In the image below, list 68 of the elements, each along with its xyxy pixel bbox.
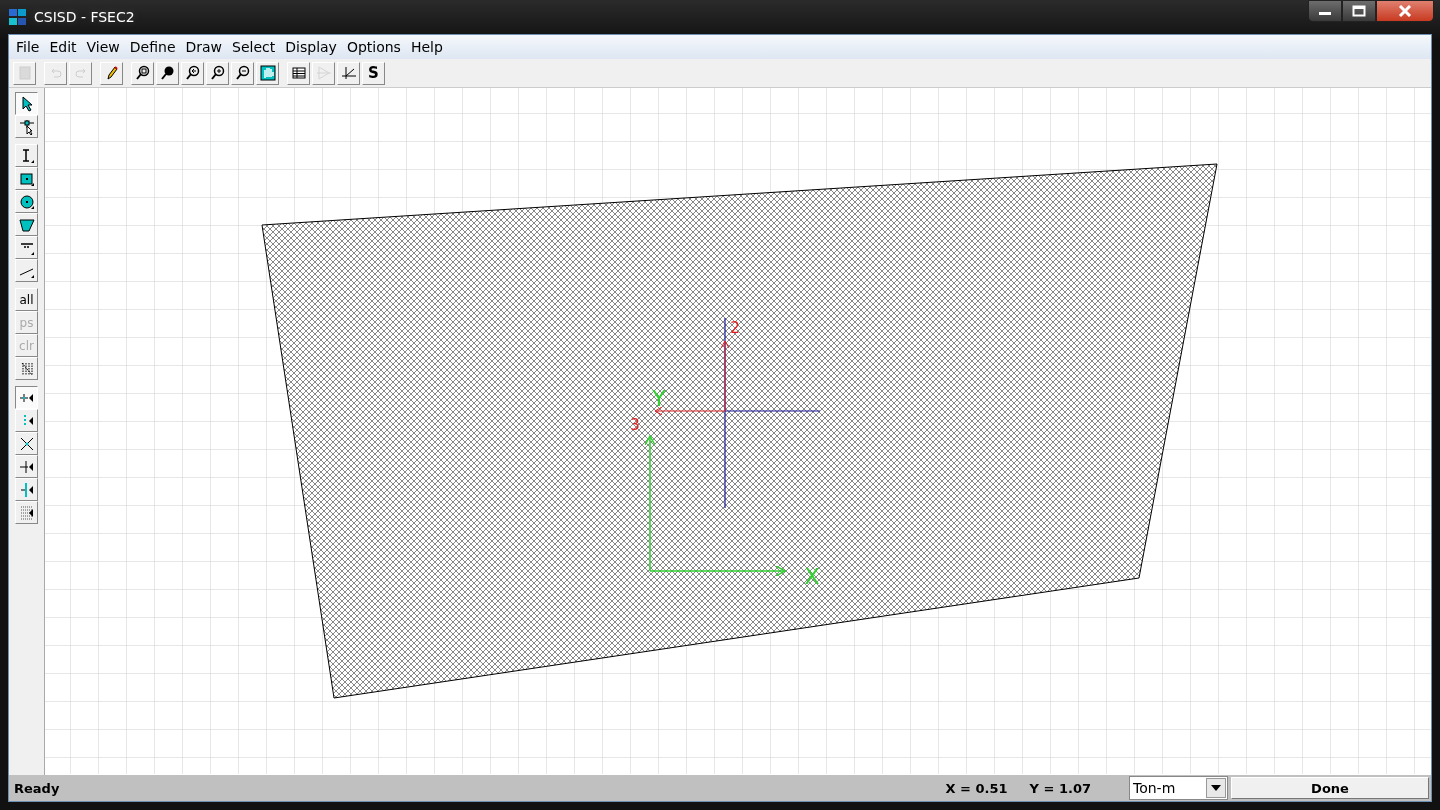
- magnifier-button[interactable]: [156, 61, 179, 85]
- tool-button[interactable]: S: [362, 61, 385, 85]
- snap-perpendicular-icon: [18, 458, 35, 475]
- menu-item[interactable]: Options: [341, 39, 406, 55]
- magnifier-square-button[interactable]: [131, 61, 154, 85]
- magnifier-arrow-button[interactable]: [181, 61, 204, 85]
- magnifier-icon: [159, 65, 176, 81]
- menu-item[interactable]: Help: [405, 39, 448, 55]
- axis-label: 2: [730, 319, 740, 337]
- units-dropdown[interactable]: Ton-m: [1129, 776, 1228, 800]
- zoom-in-button[interactable]: [206, 61, 229, 85]
- dotted-line-button[interactable]: [15, 236, 38, 259]
- page-icon: [16, 65, 33, 81]
- snap-line-icon: [18, 481, 35, 498]
- snap-intersection-icon: [18, 435, 35, 452]
- done-button[interactable]: Done: [1231, 777, 1429, 799]
- menu-item[interactable]: Display: [280, 39, 342, 55]
- maximize-button[interactable]: [1342, 0, 1376, 22]
- snap-perpendicular-button[interactable]: [15, 455, 38, 478]
- snap-end-button[interactable]: [15, 409, 38, 432]
- hatched-section-polygon[interactable]: [261, 163, 1218, 699]
- local-axis-3-arrow: [654, 406, 726, 416]
- magnifier-arrow-icon: [184, 65, 201, 81]
- minimize-button[interactable]: [1308, 0, 1342, 22]
- x-coordinate: X = 0.51: [945, 780, 1008, 796]
- table-button[interactable]: [287, 61, 310, 85]
- snap-point-button[interactable]: [15, 386, 38, 409]
- circle-button[interactable]: [15, 190, 38, 213]
- table-icon: [290, 65, 307, 81]
- menu-item[interactable]: Edit: [44, 39, 82, 55]
- menu-item[interactable]: View: [81, 39, 125, 55]
- snap-line-button[interactable]: [15, 478, 38, 501]
- polygon-icon: [18, 216, 35, 233]
- menu-item[interactable]: Select: [227, 39, 281, 55]
- tool-button[interactable]: all: [15, 288, 38, 311]
- axis-label: 3: [630, 416, 640, 434]
- rectangle-button[interactable]: [15, 167, 38, 190]
- local-axis-2-arrow: [720, 340, 730, 412]
- zoom-out-icon: [234, 65, 251, 81]
- status-message: Ready: [13, 780, 61, 796]
- menu-item[interactable]: Define: [124, 39, 181, 55]
- menu-item[interactable]: Draw: [180, 39, 228, 55]
- pencil-button[interactable]: [100, 61, 123, 85]
- rectangle-icon: [18, 170, 35, 187]
- snap-grid-button[interactable]: [15, 501, 38, 524]
- hatch-button[interactable]: [15, 357, 38, 380]
- polygon-button[interactable]: [15, 213, 38, 236]
- y-coordinate: Y = 1.07: [1029, 780, 1091, 796]
- magnifier-square-icon: [134, 65, 151, 81]
- close-icon: [1398, 5, 1412, 17]
- circle-icon: [18, 193, 35, 210]
- angle-button[interactable]: [337, 61, 360, 85]
- dimension-button[interactable]: [15, 144, 38, 167]
- maximize-icon: [1352, 5, 1366, 17]
- node-pointer-button[interactable]: [15, 115, 38, 138]
- window-title: CSISD - FSEC2: [34, 9, 135, 25]
- zoom-out-button[interactable]: [231, 61, 254, 85]
- snap-grid-icon: [18, 504, 35, 521]
- pointer-arrow-button[interactable]: [15, 92, 38, 115]
- angle-icon: [340, 65, 357, 81]
- diagonal-line-button[interactable]: [15, 259, 38, 282]
- triangle-icon: [315, 65, 332, 81]
- node-pointer-icon: [18, 118, 35, 135]
- menu-item[interactable]: File: [11, 39, 45, 55]
- snap-intersection-button[interactable]: [15, 432, 38, 455]
- close-button[interactable]: [1376, 0, 1434, 22]
- dropdown-caret-icon: [1206, 778, 1226, 798]
- zoom-in-icon: [209, 65, 226, 81]
